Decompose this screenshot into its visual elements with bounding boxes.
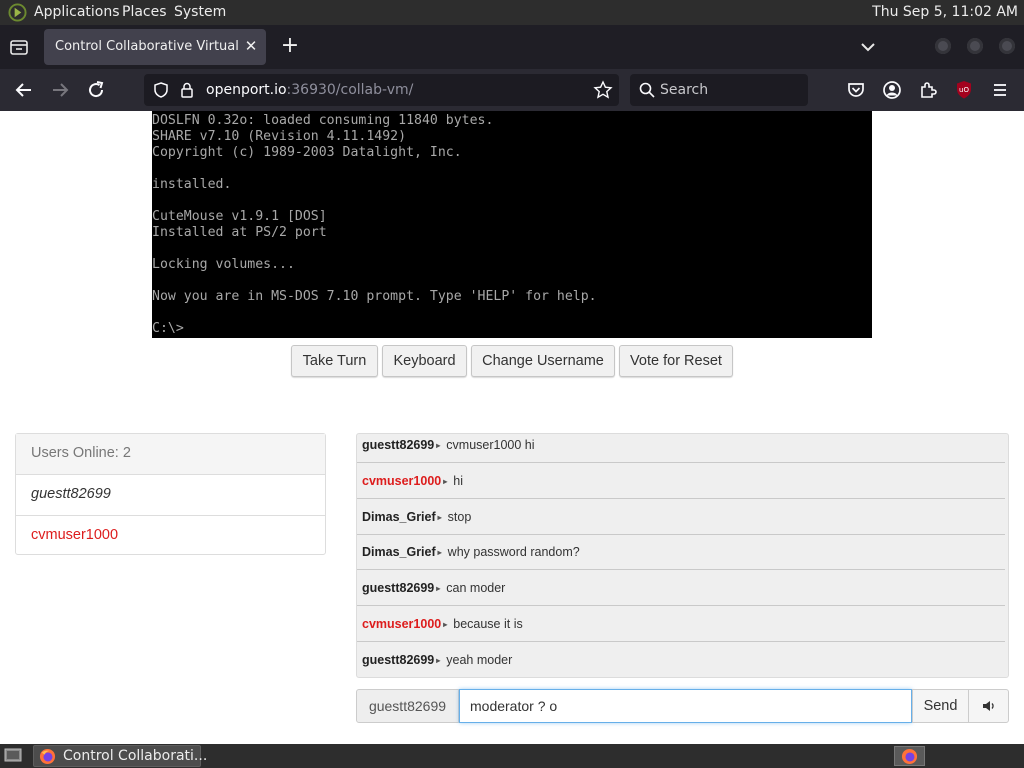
chat-message: guestt82699 ▸ cvmuser1000 hi: [357, 434, 1005, 463]
voice-button[interactable]: [968, 689, 1009, 723]
send-button[interactable]: Send: [912, 689, 969, 723]
take-turn-button[interactable]: Take Turn: [291, 345, 378, 377]
minimize-window-icon[interactable]: [935, 38, 951, 54]
chat-message-text: because it is: [453, 617, 523, 631]
browser-tab[interactable]: Control Collaborative Virtual Machines ✕: [44, 29, 266, 65]
url-bar[interactable]: openport.io:36930/collab-vm/: [144, 74, 619, 106]
chat-message: cvmuser1000 ▸ hi: [357, 464, 1005, 499]
chat-message: cvmuser1000 ▸ because it is: [357, 607, 1005, 642]
chat-username-label: guestt82699: [356, 689, 459, 723]
chat-message-user: cvmuser1000 ▸ hi: [362, 474, 463, 488]
change-username-button[interactable]: Change Username: [471, 345, 615, 377]
chevron-down-icon[interactable]: [857, 37, 879, 57]
tab-list-icon[interactable]: [8, 36, 30, 58]
svg-text:uO: uO: [959, 86, 969, 94]
vm-console-text: DOSLFN 0.32o: loaded consuming 11840 byt…: [152, 113, 597, 336]
url-text[interactable]: openport.io:36930/collab-vm/: [206, 82, 413, 98]
pocket-icon[interactable]: [844, 78, 868, 102]
chat-message: Dimas_Grief ▸ stop: [357, 500, 1005, 535]
search-icon: [639, 82, 655, 98]
chat-message-user: guestt82699 ▸ cvmuser1000 hi: [362, 438, 535, 452]
chat-box[interactable]: guestt82699 ▸ cvmuser1000 hi cvmuser1000 ▸ h…: [356, 433, 1009, 678]
reload-icon[interactable]: [84, 78, 108, 102]
lock-icon[interactable]: [178, 81, 196, 99]
chat-input-group: guestt82699 Send: [356, 689, 1009, 723]
applications-menu[interactable]: Applications: [34, 4, 120, 20]
tab-strip: Control Collaborative Virtual Machines ✕…: [0, 25, 1024, 69]
chat-message-text: stop: [447, 510, 472, 524]
back-arrow-icon[interactable]: [12, 78, 36, 102]
speaker-icon: [982, 701, 994, 712]
top-panel: Applications Places System Thu Sep 5, 11…: [0, 0, 1024, 25]
account-icon[interactable]: [880, 78, 904, 102]
users-online-header: Users Online: 2: [16, 434, 325, 475]
chat-message: guestt82699 ▸ yeah moder: [357, 643, 1005, 677]
firefox-icon: [39, 748, 56, 765]
shield-icon[interactable]: [152, 81, 170, 99]
places-menu[interactable]: Places: [122, 4, 167, 20]
user-list-item[interactable]: cvmuser1000: [16, 516, 325, 556]
hamburger-menu-icon[interactable]: [988, 78, 1012, 102]
search-placeholder: Search: [660, 82, 709, 98]
chat-message-text: cvmuser1000 hi: [446, 438, 535, 452]
vote-for-reset-button[interactable]: Vote for Reset: [619, 345, 733, 377]
chat-input[interactable]: [459, 689, 912, 723]
new-tab-icon[interactable]: +: [278, 35, 302, 59]
chat-message: guestt82699 ▸ can moder: [357, 571, 1005, 606]
chat-message-user: Dimas_Grief ▸ why password random?: [362, 545, 580, 559]
vm-display[interactable]: DOSLFN 0.32o: loaded consuming 11840 byt…: [152, 111, 872, 338]
maximize-window-icon[interactable]: [967, 38, 983, 54]
chat-message-user: guestt82699 ▸ yeah moder: [362, 653, 513, 667]
keyboard-button[interactable]: Keyboard: [382, 345, 467, 377]
workspace-switcher[interactable]: [894, 746, 925, 766]
bookmark-star-icon[interactable]: [593, 80, 613, 100]
close-window-icon[interactable]: [999, 38, 1015, 54]
chat-message-text: yeah moder: [446, 653, 513, 667]
forward-arrow-icon[interactable]: [48, 78, 72, 102]
taskbar: Control Collaborati...: [0, 744, 1024, 768]
search-bar[interactable]: Search: [630, 74, 808, 106]
users-online-panel: Users Online: 2 guestt82699 cvmuser1000: [15, 433, 326, 555]
extensions-icon[interactable]: [916, 78, 940, 102]
taskbar-window-button[interactable]: Control Collaborati...: [33, 745, 207, 767]
chat-message-text: why password random?: [447, 545, 580, 559]
chat-message-user: guestt82699 ▸ can moder: [362, 581, 506, 595]
chat-message-text: hi: [453, 474, 463, 488]
system-menu[interactable]: System: [174, 4, 226, 20]
clock[interactable]: Thu Sep 5, 11:02 AM: [872, 4, 1018, 20]
taskbar-window-label: Control Collaborati...: [63, 748, 208, 764]
ublock-origin-icon[interactable]: uO: [952, 78, 976, 102]
show-desktop-icon[interactable]: [3, 747, 23, 765]
chat-message-user: cvmuser1000 ▸ because it is: [362, 617, 523, 631]
navigation-bar: openport.io:36930/collab-vm/ Search uO: [0, 69, 1024, 111]
chat-message: Dimas_Grief ▸ why password random?: [357, 535, 1005, 570]
chat-message-text: can moder: [446, 581, 506, 595]
user-list-item[interactable]: guestt82699: [16, 475, 325, 516]
chat-message-user: Dimas_Grief ▸ stop: [362, 510, 472, 524]
firefox-icon: [901, 748, 918, 765]
tab-close-icon[interactable]: ✕: [242, 37, 260, 55]
applications-logo-icon[interactable]: [8, 3, 27, 22]
tab-title: Control Collaborative Virtual Machines: [55, 39, 239, 54]
